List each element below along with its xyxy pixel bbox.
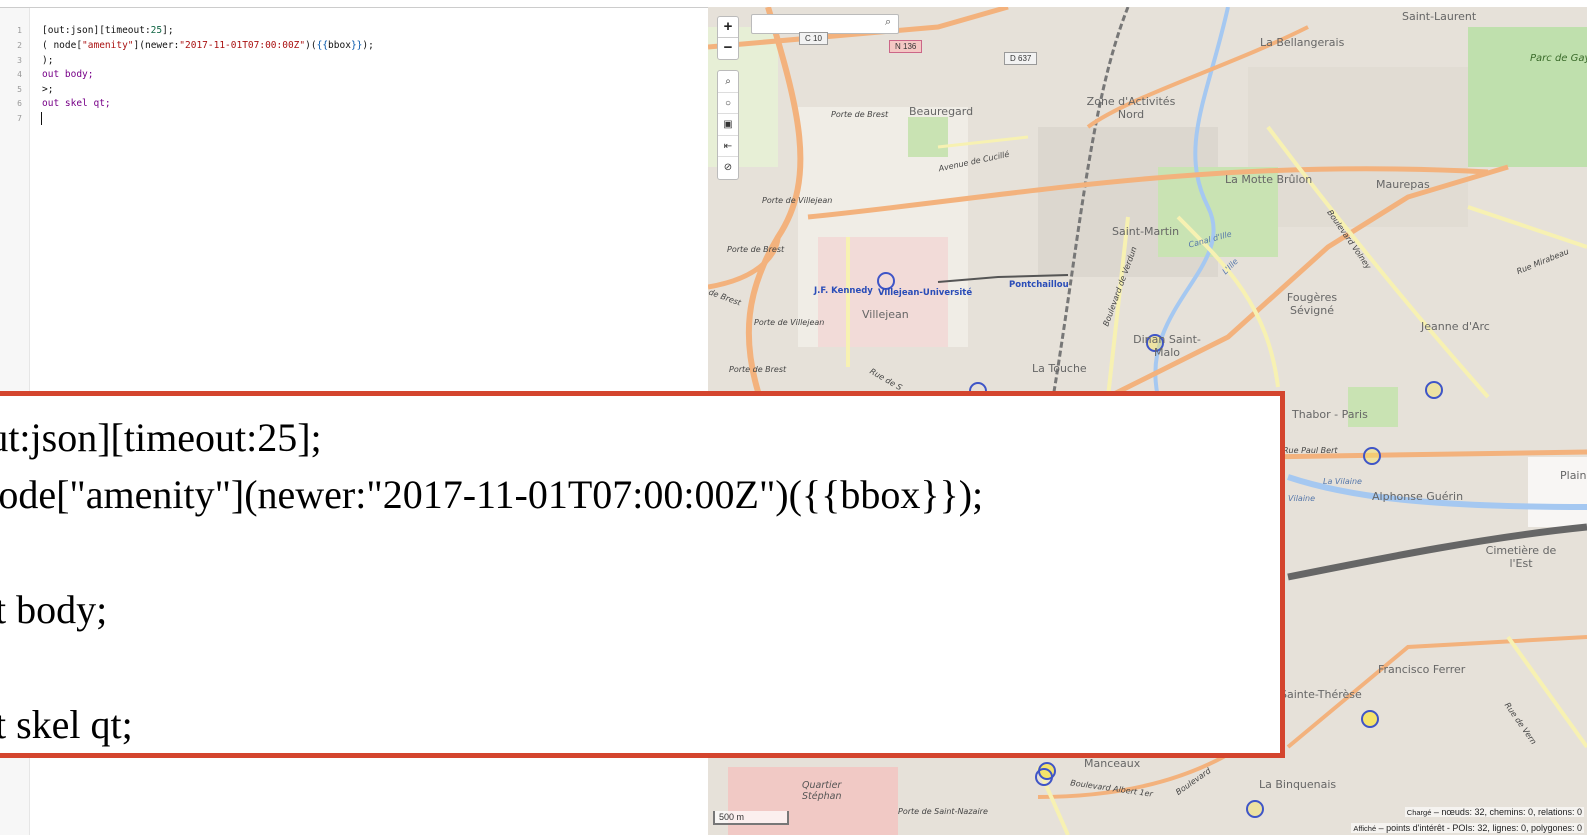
line-number: 2 [17, 41, 22, 50]
code-line-3: ); [42, 55, 54, 66]
place-label: Saint-Martin [1112, 225, 1180, 238]
road-tag-c10: C 10 [799, 32, 828, 45]
zoom-control: + − [717, 16, 739, 60]
place-label: Sainte-Thérèse [1280, 688, 1362, 701]
code-zoom-callout: [out:json][timeout:25]; ( node["amenity"… [0, 391, 1285, 758]
road-tag-n136: N 136 [889, 40, 923, 53]
street-label: Porte de Saint-Nazaire [898, 807, 988, 816]
code-line-5: >; [42, 84, 54, 95]
zoom-in-button[interactable]: + [718, 17, 738, 38]
poi-marker[interactable] [1363, 447, 1381, 465]
code-line-1: [out:json][timeout:25]; [42, 25, 174, 36]
place-label: Dinan Saint-Malo [1133, 333, 1201, 359]
street-label: Porte de Brest [831, 110, 889, 119]
line-number: 5 [17, 85, 22, 94]
place-label: Francisco Ferrer [1378, 663, 1466, 676]
callout-line-6: out skel qt; [0, 702, 133, 747]
line-number: 4 [17, 70, 22, 79]
park [908, 117, 948, 157]
cancel-icon[interactable]: ⊘ [718, 157, 738, 179]
park-gayeulle [1468, 27, 1587, 167]
place-label: Beauregard [909, 105, 974, 118]
place-label: Fougères Sévigné [1286, 291, 1338, 317]
place-label: Jeanne d'Arc [1421, 320, 1490, 333]
place-label: Alphonse Guérin [1372, 490, 1464, 503]
loaded-counts: – nœuds: 32, chemins: 0, relations: 0 [1433, 807, 1582, 817]
place-label: Plaine [1560, 469, 1587, 482]
poi-marker[interactable] [1425, 381, 1443, 399]
line-number: 3 [17, 56, 22, 65]
loaded-stats: Chargé – nœuds: 32, chemins: 0, relation… [1404, 807, 1584, 817]
place-label: Manceaux [1084, 757, 1141, 770]
place-label: La Binquenais [1259, 778, 1337, 791]
map-tool-control: ⌕ ○ ▣ ⇤ ⊘ [717, 70, 739, 180]
place-label: Cimetière de l'Est [1485, 544, 1557, 570]
place-label: Villejean [862, 308, 909, 321]
code-line-6: out skel qt; [42, 98, 111, 109]
callout-line-4: out body; [0, 587, 108, 632]
line-number: 6 [17, 99, 22, 108]
road-tag-d637: D 637 [1004, 52, 1038, 65]
shown-stats: Affiché – points d'intérêt - POIs: 32, l… [1351, 823, 1584, 833]
place-label: Quartier Stéphan [802, 780, 842, 802]
map-scale: 500 m [713, 811, 789, 825]
loaded-label: Chargé [1406, 808, 1432, 817]
place-label: La Touche [1032, 362, 1087, 375]
place-label: Maurepas [1376, 178, 1430, 191]
street-label: Porte de Villejean [762, 196, 833, 205]
place-label: Saint-Laurent [1402, 10, 1477, 23]
code-line-4: out body; [42, 69, 94, 80]
shown-counts: – points d'intérêt - POIs: 32, lignes: 0… [1378, 823, 1582, 833]
line-number: 1 [17, 26, 22, 35]
street-label: Vilaine [1288, 494, 1316, 503]
callout-line-2: ( node["amenity"](newer:"2017-11-01T07:0… [0, 472, 984, 517]
text-cursor [41, 112, 42, 125]
metro-stop-label: Villejean-Université [878, 288, 973, 298]
poi-marker[interactable] [1246, 800, 1264, 818]
place-label: Zone d'Activités Nord [1086, 95, 1176, 121]
street-label: Porte de Brest [727, 245, 785, 254]
place-label: La Motte Brûlon [1225, 173, 1313, 186]
place-label: Thabor - Paris [1292, 408, 1368, 421]
callout-line-1: [out:json][timeout:25]; [0, 415, 322, 460]
search-icon[interactable]: ⌕ [718, 71, 738, 93]
park [1348, 387, 1398, 427]
zoom-out-button[interactable]: − [718, 38, 738, 59]
place-label: Parc de Gayeulle [1530, 53, 1587, 64]
magnifier-icon[interactable]: ⌕ [885, 16, 891, 29]
image-icon[interactable]: ▣ [718, 114, 738, 136]
metro-stop-label: J.F. Kennedy [814, 286, 873, 296]
skip-back-icon[interactable]: ⇤ [718, 136, 738, 157]
street-label: La Vilaine [1323, 477, 1362, 486]
street-label: Porte de Villejean [754, 318, 825, 327]
line-number: 7 [17, 114, 22, 123]
shown-label: Affiché [1353, 824, 1377, 833]
place-label: La Bellangerais [1260, 36, 1345, 49]
circle-icon[interactable]: ○ [718, 93, 738, 114]
street-label: Rue Paul Bert [1283, 446, 1338, 455]
poi-marker[interactable] [1361, 710, 1379, 728]
map-search-input[interactable] [751, 14, 899, 34]
plaine-area [1528, 457, 1587, 527]
metro-stop-label: Pontchaillou [1009, 280, 1069, 290]
code-line-2: ( node["amenity"](newer:"2017-11-01T07:0… [42, 40, 374, 51]
street-label: Porte de Brest [729, 365, 787, 374]
